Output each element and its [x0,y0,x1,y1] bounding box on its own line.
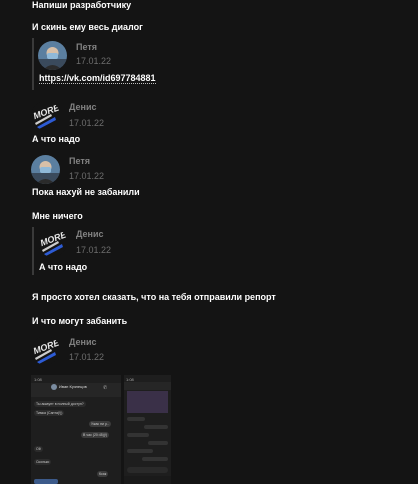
attached-screenshot[interactable]: 1:08 Иван Кузнецов ✆ Ты аккаунт в полный… [31,375,121,484]
screenshot-call-icon: ✆ [103,385,108,391]
screenshot-bubble [127,417,145,421]
screenshot-time: 1:08 [34,377,42,382]
author-name[interactable]: Денис [69,102,97,112]
author-name[interactable]: Денис [69,337,97,347]
screenshot-bubble: Ой [34,446,43,452]
avatar-denis[interactable]: MORE [31,101,60,130]
avatar-petya[interactable] [31,155,60,184]
screenshot-header [124,382,171,390]
screenshot-input [127,467,168,473]
screenshot-bubble: Ужас ни у... [89,421,112,427]
screenshot-bubble: Тимка (Санта(!)) [34,410,65,416]
attached-screenshot[interactable]: 1:08 [124,375,171,484]
screenshot-bubble: Ты аккаунт в полный доступ? [34,401,86,407]
message-date: 17.01.22 [69,171,105,181]
forward-bar [32,38,34,90]
avatar-petya[interactable] [38,41,67,70]
message-date: 17.01.22 [76,56,112,66]
screenshot-image [127,391,168,413]
message-text: Я просто хотел сказать, что на тебя отпр… [32,292,276,302]
message-text: Мне ничего [32,211,83,221]
screenshot-sticker [34,479,58,484]
author-name[interactable]: Денис [76,229,104,239]
message-text: И скинь ему весь диалог [32,22,143,32]
author-name[interactable]: Петя [69,156,90,166]
screenshot-bubble [142,457,168,461]
avatar-denis[interactable]: MORE [38,228,67,257]
message-text: И что могут забанить [32,316,128,326]
message-text: А что надо [39,262,88,272]
author-name[interactable]: Петя [76,42,97,52]
screenshot-bubble [148,441,168,445]
avatar-denis[interactable]: MORE [31,336,60,365]
forward-bar [32,227,34,275]
screenshot-name: Иван Кузнецов [59,384,87,389]
message-date: 17.01.22 [76,245,112,255]
message-text: Пока нахуй не забанили [32,187,140,197]
message-text: Напиши разработчику [32,0,132,10]
screenshot-bubble: Сколько [34,459,52,465]
screenshot-bubble [127,433,149,437]
screenshot-navbar [124,476,171,484]
message-feed: Напиши разработчику И скинь ему весь диа… [0,0,418,484]
screenshot-bubble [144,425,168,429]
screenshot-bubble [127,449,153,453]
message-text: А что надо [32,134,81,144]
profile-link[interactable]: https://vk.com/id697784881 [39,73,156,84]
message-date: 17.01.22 [69,352,105,362]
screenshot-bubble: Ксак [97,471,109,477]
message-date: 17.01.22 [69,118,105,128]
screenshot-bubble: В час (20:45)(!) [81,432,110,438]
screenshot-avatar [51,384,57,390]
